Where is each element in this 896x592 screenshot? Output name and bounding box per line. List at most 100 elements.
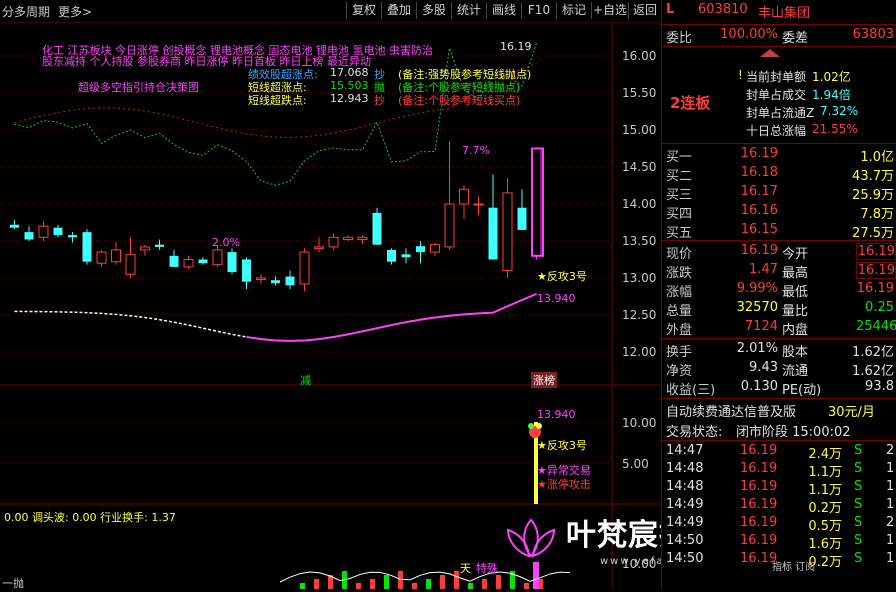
stat-row: 收益(三) 0.130 PE(动) 93.8 — [662, 379, 896, 398]
lotus-logo-icon — [506, 518, 556, 558]
add-favorite-button[interactable]: +自选 — [591, 2, 628, 19]
ann-row3-name: 短线超跌点: — [248, 94, 307, 107]
tick-time: 14:50 — [666, 533, 704, 548]
special-label: 特殊 — [476, 562, 498, 575]
bid-row[interactable]: 买五 16.15 27.5万 — [662, 222, 896, 241]
lower-attack-label: ★反攻3号 — [537, 439, 587, 452]
ann-row1-value: 17.068 — [330, 66, 369, 79]
promo-price[interactable]: 30元/月 — [828, 401, 875, 420]
multi-guide-label: 超级多空指引持仓决策图 — [78, 81, 199, 94]
promo-row[interactable]: 自动续费通达信普及版 30元/月 — [662, 401, 896, 420]
candle-body — [256, 277, 266, 280]
overlay-button[interactable]: 叠加 — [381, 2, 416, 19]
back-button[interactable]: 返回 — [628, 2, 661, 19]
histogram-bar — [300, 583, 305, 589]
tick-count: 2 — [886, 443, 895, 458]
tick-price: 16.19 — [740, 479, 778, 494]
bid-label: 买三 — [666, 188, 693, 203]
kline-chart[interactable]: 16.00 15.50 15.00 14.50 14.00 13.50 13.0… — [0, 22, 660, 590]
seal-label: 封单占成交 — [746, 88, 807, 102]
tick-time: 14:48 — [666, 479, 704, 494]
candle-body — [314, 246, 324, 249]
seal-row: 十日总涨幅 21.55% — [662, 122, 896, 140]
mark-button[interactable]: 标记 — [556, 2, 591, 19]
seal-value: 1.02亿 — [812, 70, 851, 84]
bottom-tabs[interactable]: 指标 订阅 — [772, 558, 815, 573]
candle-body — [343, 236, 353, 241]
candle-body — [444, 203, 455, 248]
stat-label: 最高 — [782, 266, 809, 281]
bid-row[interactable]: 买三 16.17 25.9万 — [662, 184, 896, 203]
ann-row2-value: 15.503 — [330, 79, 369, 92]
draw-line-button[interactable]: 画线 — [486, 2, 521, 19]
bid-label: 买一 — [666, 150, 693, 165]
promo-text[interactable]: 自动续费通达信普及版 — [666, 401, 796, 420]
tick-side: S — [854, 551, 863, 566]
stat-label: 股本 — [782, 345, 809, 360]
tick-volume: 1.6万 — [808, 537, 842, 552]
candle-body — [271, 280, 280, 284]
multi-stock-button[interactable]: 多股 — [416, 2, 451, 19]
signal-dot — [536, 423, 542, 429]
histogram-bar — [468, 583, 473, 589]
candle-body — [24, 232, 34, 240]
tick-price: 16.19 — [740, 533, 778, 548]
more-button[interactable]: 更多> — [58, 3, 92, 20]
tick-volume: 0.2万 — [808, 501, 842, 516]
stat-row: 涨幅 9.99% 最低 16.19 — [662, 281, 896, 300]
tick-count: 2 — [886, 515, 895, 530]
candle-body — [285, 276, 295, 286]
stat-value: 7124 — [744, 319, 778, 334]
candle-body — [38, 225, 49, 238]
stat-row: 换手 2.01% 股本 1.62亿 — [662, 341, 896, 360]
stat-value: 9.43 — [749, 360, 778, 375]
candle-body — [155, 244, 164, 247]
stat-value: 1.47 — [749, 262, 778, 277]
line-value-label: 13.940 — [537, 292, 576, 305]
candle-body — [169, 255, 179, 267]
bid-row[interactable]: 买一 16.19 1.0亿 — [662, 146, 896, 165]
y-tick: 12.50 — [622, 308, 657, 322]
tick-price: 16.19 — [740, 515, 778, 530]
stat-value: 0.25 — [865, 300, 894, 315]
stats-button[interactable]: 统计 — [451, 2, 486, 19]
period-fen[interactable]: 分 — [2, 3, 14, 20]
multi-period-button[interactable]: 多周期 — [14, 3, 50, 20]
signal-dot — [528, 423, 534, 429]
pct-label-2: 2.0% — [212, 236, 240, 249]
tick-volume: 1.1万 — [808, 483, 842, 498]
stock-prefix: L — [666, 2, 675, 17]
histogram-bar — [412, 583, 417, 589]
bid-row[interactable]: 买四 16.16 7.8万 — [662, 203, 896, 222]
candle-body — [125, 253, 136, 275]
fuquan-button[interactable]: 复权 — [346, 2, 381, 19]
f10-button[interactable]: F10 — [521, 2, 556, 19]
tick-side: S — [854, 533, 863, 548]
ann-row3-value: 12.943 — [330, 92, 369, 105]
candle-body — [531, 148, 542, 257]
candle-body — [473, 203, 484, 206]
histogram-bar — [314, 579, 319, 589]
y-tick: 14.00 — [622, 197, 657, 211]
tick-count: 1 — [886, 497, 895, 512]
stat-label: 换手 — [666, 345, 693, 360]
seal-row: 封单占成交 1.94倍 — [662, 86, 896, 104]
stat-row: 涨跌 1.47 最高 16.19 — [662, 262, 896, 281]
bid-row[interactable]: 买二 16.18 43.7万 — [662, 165, 896, 184]
candle-body — [357, 236, 368, 241]
candle-body — [140, 246, 150, 251]
tag-zhangbang: 涨榜 — [531, 372, 557, 388]
tick-volume: 1.1万 — [808, 465, 842, 480]
y-tick: 15.00 — [622, 123, 657, 137]
candle-body — [212, 249, 223, 266]
stat-value: 25446 — [856, 319, 896, 334]
chart-canvas — [0, 22, 660, 589]
candle-body — [111, 249, 121, 263]
stat-label: 内盘 — [782, 323, 809, 338]
tick-count: 1 — [886, 533, 895, 548]
stat-label: 现价 — [666, 247, 693, 262]
weibi-row: 委比 100.00% 委差 63803 — [662, 27, 896, 46]
stat-value: 9.99% — [736, 281, 778, 296]
stat-row: 净资 9.43 流通 1.62亿 — [662, 360, 896, 379]
stat-label: 涨幅 — [666, 285, 693, 300]
